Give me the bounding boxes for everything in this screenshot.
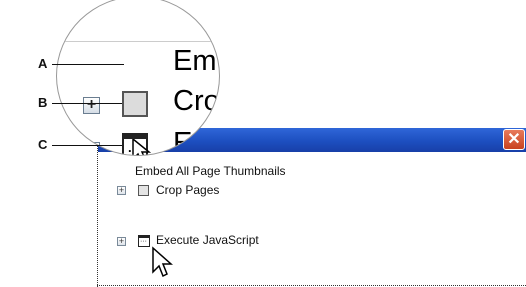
mag-page-icon	[122, 91, 148, 117]
window-border-bottom	[97, 285, 526, 286]
javascript-action-icon: ···	[138, 235, 150, 247]
callout-a-line	[52, 64, 124, 65]
magnifier-lens: Em + Cro + ... Ex	[56, 0, 220, 156]
tree-item-label: Embed All Page Thumbnails	[135, 164, 286, 178]
expand-crop-pages-icon[interactable]: +	[117, 186, 126, 195]
callout-c-line	[52, 145, 122, 146]
callout-b: B	[38, 95, 48, 110]
callout-b-line	[52, 103, 122, 104]
mag-cursor-icon	[132, 139, 152, 155]
expand-execute-javascript-icon[interactable]: +	[117, 237, 126, 246]
tree-item-label: Crop Pages	[156, 183, 220, 197]
page-icon	[138, 185, 149, 196]
callout-c: C	[38, 137, 48, 152]
mag-text-embed: Em	[173, 45, 217, 77]
mag-expand-icon: +	[83, 97, 100, 114]
tree-item-embed-thumbnails[interactable]: Embed All Page Thumbnails	[135, 164, 286, 178]
mag-text-execute: Ex	[173, 127, 207, 156]
mag-text-crop: Cro	[173, 85, 220, 117]
tree-item-crop-pages[interactable]: Crop Pages	[156, 183, 219, 197]
mag-divider	[57, 41, 219, 42]
close-button[interactable]: ✕	[503, 129, 525, 150]
callout-a: A	[38, 56, 48, 71]
tree-item-label: Execute JavaScript	[156, 233, 259, 247]
close-icon: ✕	[507, 131, 521, 148]
mouse-cursor-icon	[152, 246, 173, 278]
tree-item-execute-javascript[interactable]: Execute JavaScript	[156, 233, 259, 247]
